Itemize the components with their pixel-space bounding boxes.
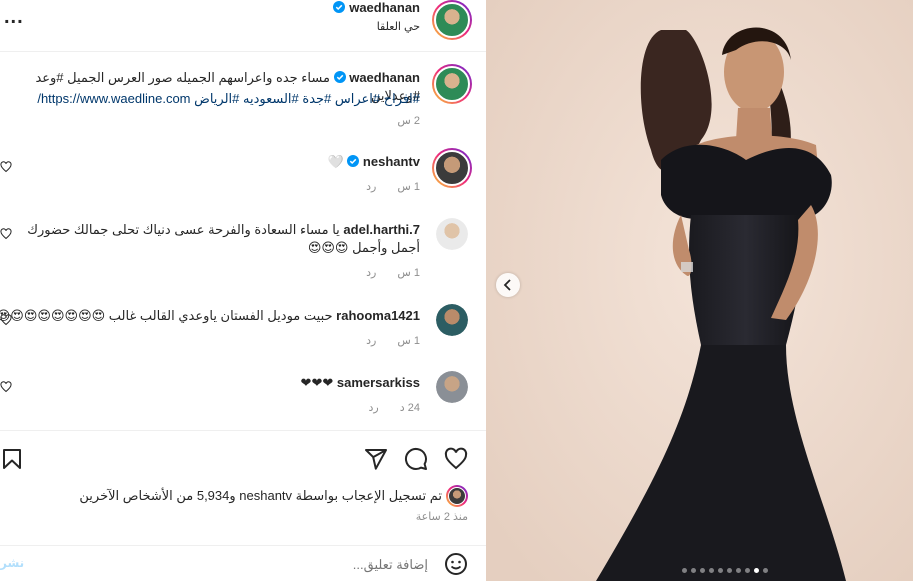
commenter-avatar[interactable] (436, 371, 468, 403)
verified-badge-icon (333, 71, 346, 83)
add-comment-bar: نشر (0, 545, 486, 581)
carousel-dot (691, 568, 696, 573)
comment-username[interactable]: neshantv (363, 154, 420, 169)
comment-time[interactable]: 1 س (397, 181, 420, 193)
comment-time[interactable]: 1 س (397, 267, 420, 279)
carousel-dot (700, 568, 705, 573)
comment-time[interactable]: 24 د (400, 402, 420, 414)
commenter-avatar[interactable] (436, 218, 468, 250)
caption-time[interactable]: 2 س (397, 114, 420, 127)
comment-bubble-icon[interactable] (404, 447, 428, 471)
carousel-prev-button[interactable] (496, 273, 520, 297)
comment-like-icon[interactable] (0, 381, 12, 393)
comment-username[interactable]: samersarkiss (337, 375, 420, 390)
carousel-dot (682, 568, 687, 573)
verified-badge-icon (347, 155, 360, 167)
comments-panel: waedhanan حي العلقا ... waedhanan مساء ج… (0, 0, 486, 581)
carousel-dot (745, 568, 750, 573)
comment-input[interactable] (30, 554, 428, 574)
more-options-icon[interactable]: ... (4, 6, 24, 29)
caption-username[interactable]: waedhanan (349, 70, 420, 85)
post-actions: تم تسجيل الإعجاب بواسطة neshantv و5,934 … (0, 430, 486, 550)
carousel-dot (727, 568, 732, 573)
verified-badge-icon (332, 1, 345, 13)
post-timestamp[interactable]: منذ 2 ساعة (416, 510, 468, 523)
save-bookmark-icon[interactable] (0, 447, 24, 471)
reply-button[interactable]: رد (366, 267, 376, 279)
post-header: waedhanan حي العلقا ... (0, 0, 486, 52)
woman-in-black-gown-image (486, 0, 913, 581)
caption-hashtags-link[interactable]: #افراح #اعراس #جدة #السعوديه #الرياض htt… (0, 90, 420, 108)
commenter-avatar[interactable] (432, 148, 472, 188)
post-author-username[interactable]: waedhanan (349, 0, 420, 15)
like-heart-icon[interactable] (444, 447, 468, 471)
post-photo[interactable] (486, 0, 913, 581)
comment-text: ❤❤❤ (300, 375, 334, 390)
reply-button[interactable]: رد (369, 402, 379, 414)
comment-like-icon[interactable] (0, 161, 12, 173)
carousel-dot (736, 568, 741, 573)
carousel-dot (754, 568, 759, 573)
comment-text: 🤍 (327, 154, 344, 169)
post-location[interactable]: حي العلقا (120, 20, 420, 33)
carousel-dot (709, 568, 714, 573)
reply-button[interactable]: رد (366, 335, 376, 347)
comment-text: حبيت موديل الفستان ياوعدي القالب غالب 😍😍… (0, 308, 333, 323)
comment-like-icon[interactable] (0, 314, 12, 326)
post-author-avatar[interactable] (432, 0, 472, 40)
carousel-dot (718, 568, 723, 573)
likes-summary[interactable]: تم تسجيل الإعجاب بواسطة neshantv و5,934 … (79, 488, 442, 504)
comment-time[interactable]: 1 س (397, 335, 420, 347)
emoji-smiley-icon[interactable] (444, 552, 468, 576)
comment-username[interactable]: adel.harthi.7 (343, 222, 420, 237)
post-comment-button[interactable]: نشر (0, 556, 24, 570)
chevron-left-icon (503, 279, 511, 291)
caption-author-avatar[interactable] (432, 64, 472, 104)
carousel-indicator (682, 568, 768, 573)
comment-like-icon[interactable] (0, 228, 12, 240)
reply-button[interactable]: رد (366, 181, 376, 193)
liker-avatar[interactable] (446, 485, 468, 507)
share-send-icon[interactable] (364, 447, 388, 471)
comment-username[interactable]: rahooma1421 (336, 308, 420, 323)
commenter-avatar[interactable] (436, 304, 468, 336)
carousel-dot (763, 568, 768, 573)
